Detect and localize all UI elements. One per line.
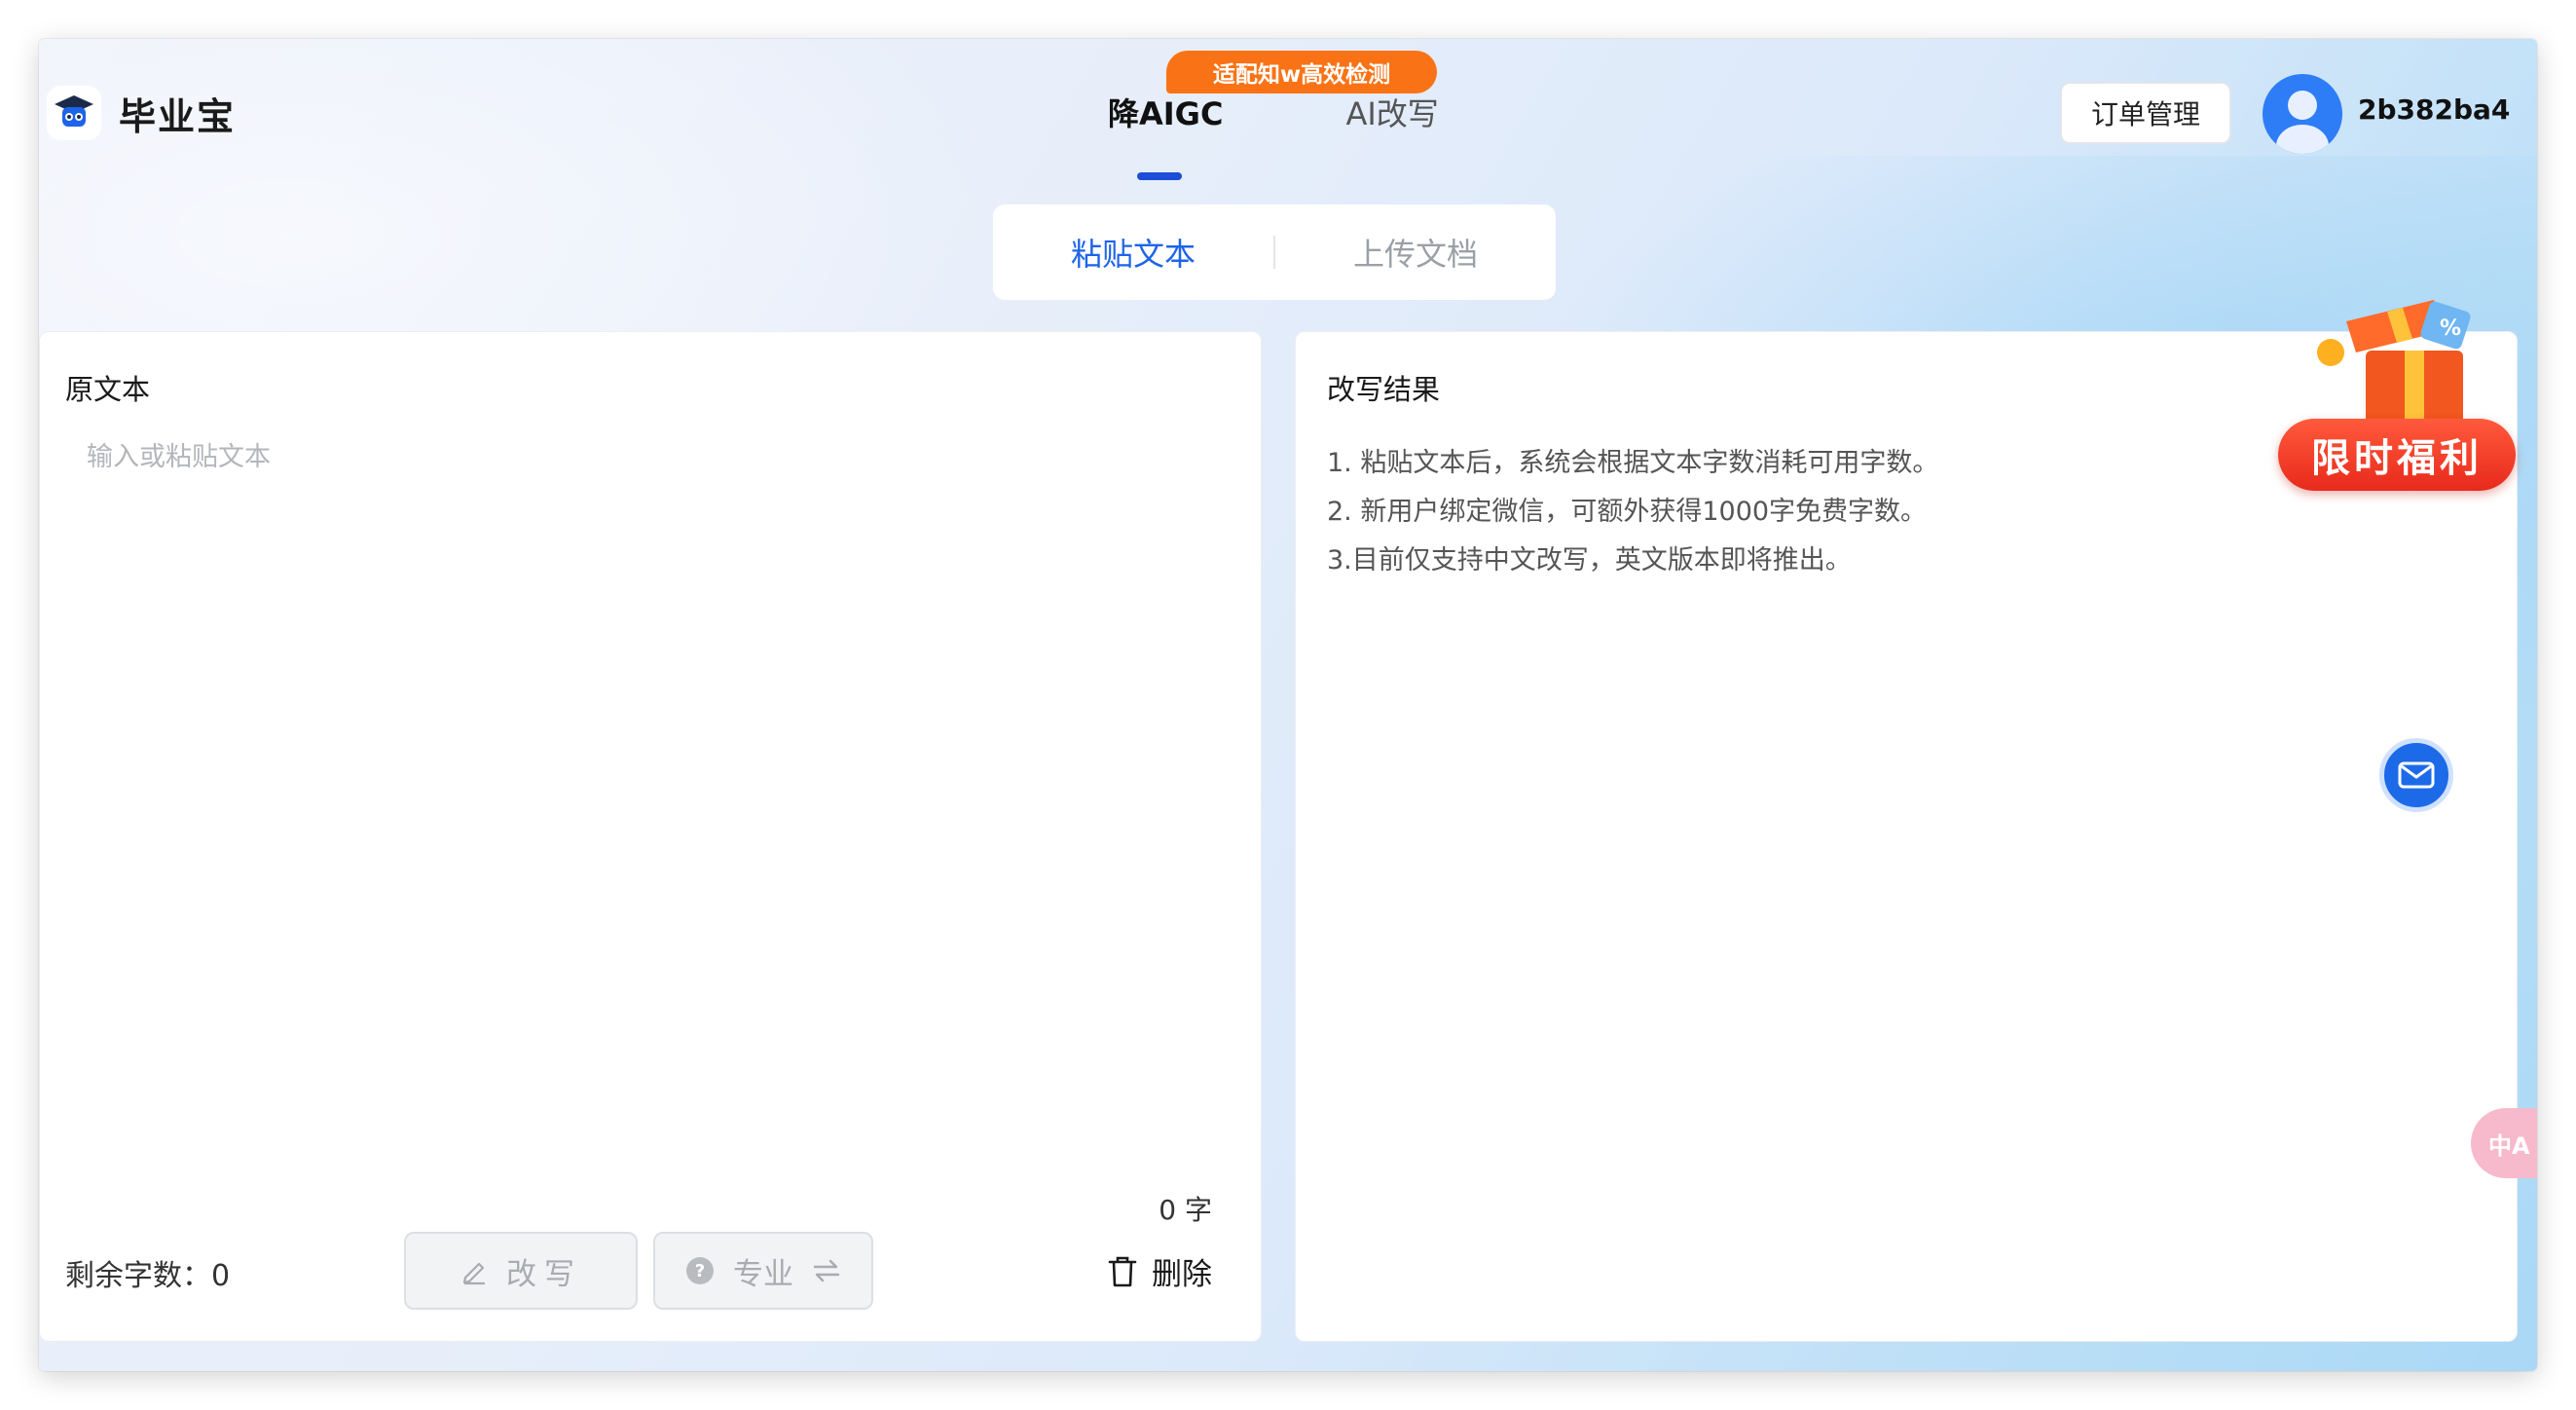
message-button[interactable]: [2379, 738, 2453, 812]
order-management-button[interactable]: 订单管理: [2060, 82, 2231, 144]
instruction-item: 1. 粘贴文本后，系统会根据文本字数消耗可用字数。: [1327, 448, 1939, 478]
promo-badge: 适配知w高效检测: [1166, 51, 1437, 93]
main-nav: 降AIGC AI改写: [1108, 90, 1439, 180]
instruction-item: 3.目前仅支持中文改写，英文版本即将推出。: [1327, 545, 1852, 575]
limited-offer-label: 限时福利: [2278, 419, 2516, 491]
avatar[interactable]: [2263, 74, 2342, 154]
remaining-chars: 剩余字数：0: [65, 1259, 231, 1293]
limited-offer-widget[interactable]: % 限时福利: [2278, 292, 2521, 536]
delete-button[interactable]: 删除: [1107, 1249, 1212, 1293]
text-input-area[interactable]: 输入或粘贴文本: [87, 435, 271, 473]
user-icon: [2276, 91, 2329, 154]
help-icon: ?: [686, 1257, 714, 1284]
tab-ai-rewrite-label: AI改写: [1345, 95, 1439, 132]
trash-icon: [1108, 1256, 1137, 1286]
original-text-panel: 原文本 输入或粘贴文本 0 字 剩余字数：0 改写 ? 专业 删除: [39, 331, 1262, 1342]
mode-upload-document[interactable]: 上传文档: [1275, 230, 1556, 275]
delete-button-label: 删除: [1152, 1257, 1212, 1292]
pro-mode-label: 专业: [733, 1256, 793, 1292]
mail-icon: [2398, 761, 2435, 789]
svg-text:?: ?: [695, 1261, 705, 1281]
gift-box-icon: %: [2317, 300, 2471, 436]
username: 2b382ba4: [2358, 93, 2511, 126]
mode-paste-text[interactable]: 粘贴文本: [993, 230, 1273, 275]
tab-ai-rewrite[interactable]: AI改写: [1345, 90, 1438, 134]
instruction-item: 2. 新用户绑定微信，可额外获得1000字免费字数。: [1327, 497, 1928, 527]
translate-button[interactable]: 中A: [2471, 1108, 2537, 1178]
input-mode-switch: 粘贴文本 上传文档: [993, 204, 1556, 300]
swap-icon: [813, 1259, 840, 1282]
rewrite-button-label: 改写: [506, 1256, 582, 1292]
svg-text:%: %: [2440, 316, 2461, 341]
rewrite-button[interactable]: 改写: [404, 1232, 638, 1310]
char-count: 0 字: [1159, 1194, 1212, 1226]
logo[interactable]: 毕业宝: [47, 86, 236, 140]
tab-reduce-aigc[interactable]: 降AIGC: [1108, 90, 1224, 180]
pencil-icon: [462, 1262, 485, 1285]
panel-title: 改写结果: [1327, 373, 1441, 406]
instructions-list: 1. 粘贴文本后，系统会根据文本字数消耗可用字数。 2. 新用户绑定微信，可额外…: [1327, 439, 1938, 585]
active-tab-indicator: [1137, 172, 1182, 180]
logo-icon: [47, 86, 101, 140]
logo-text: 毕业宝: [119, 94, 237, 138]
pro-mode-button[interactable]: ? 专业: [653, 1232, 873, 1310]
tab-reduce-aigc-label: 降AIGC: [1108, 95, 1224, 132]
app-window: 毕业宝 适配知w高效检测 降AIGC AI改写 订单管理 2b382ba4 粘贴…: [39, 39, 2537, 1371]
panel-title: 原文本: [65, 373, 151, 406]
translate-icon: 中A: [2488, 1132, 2530, 1160]
